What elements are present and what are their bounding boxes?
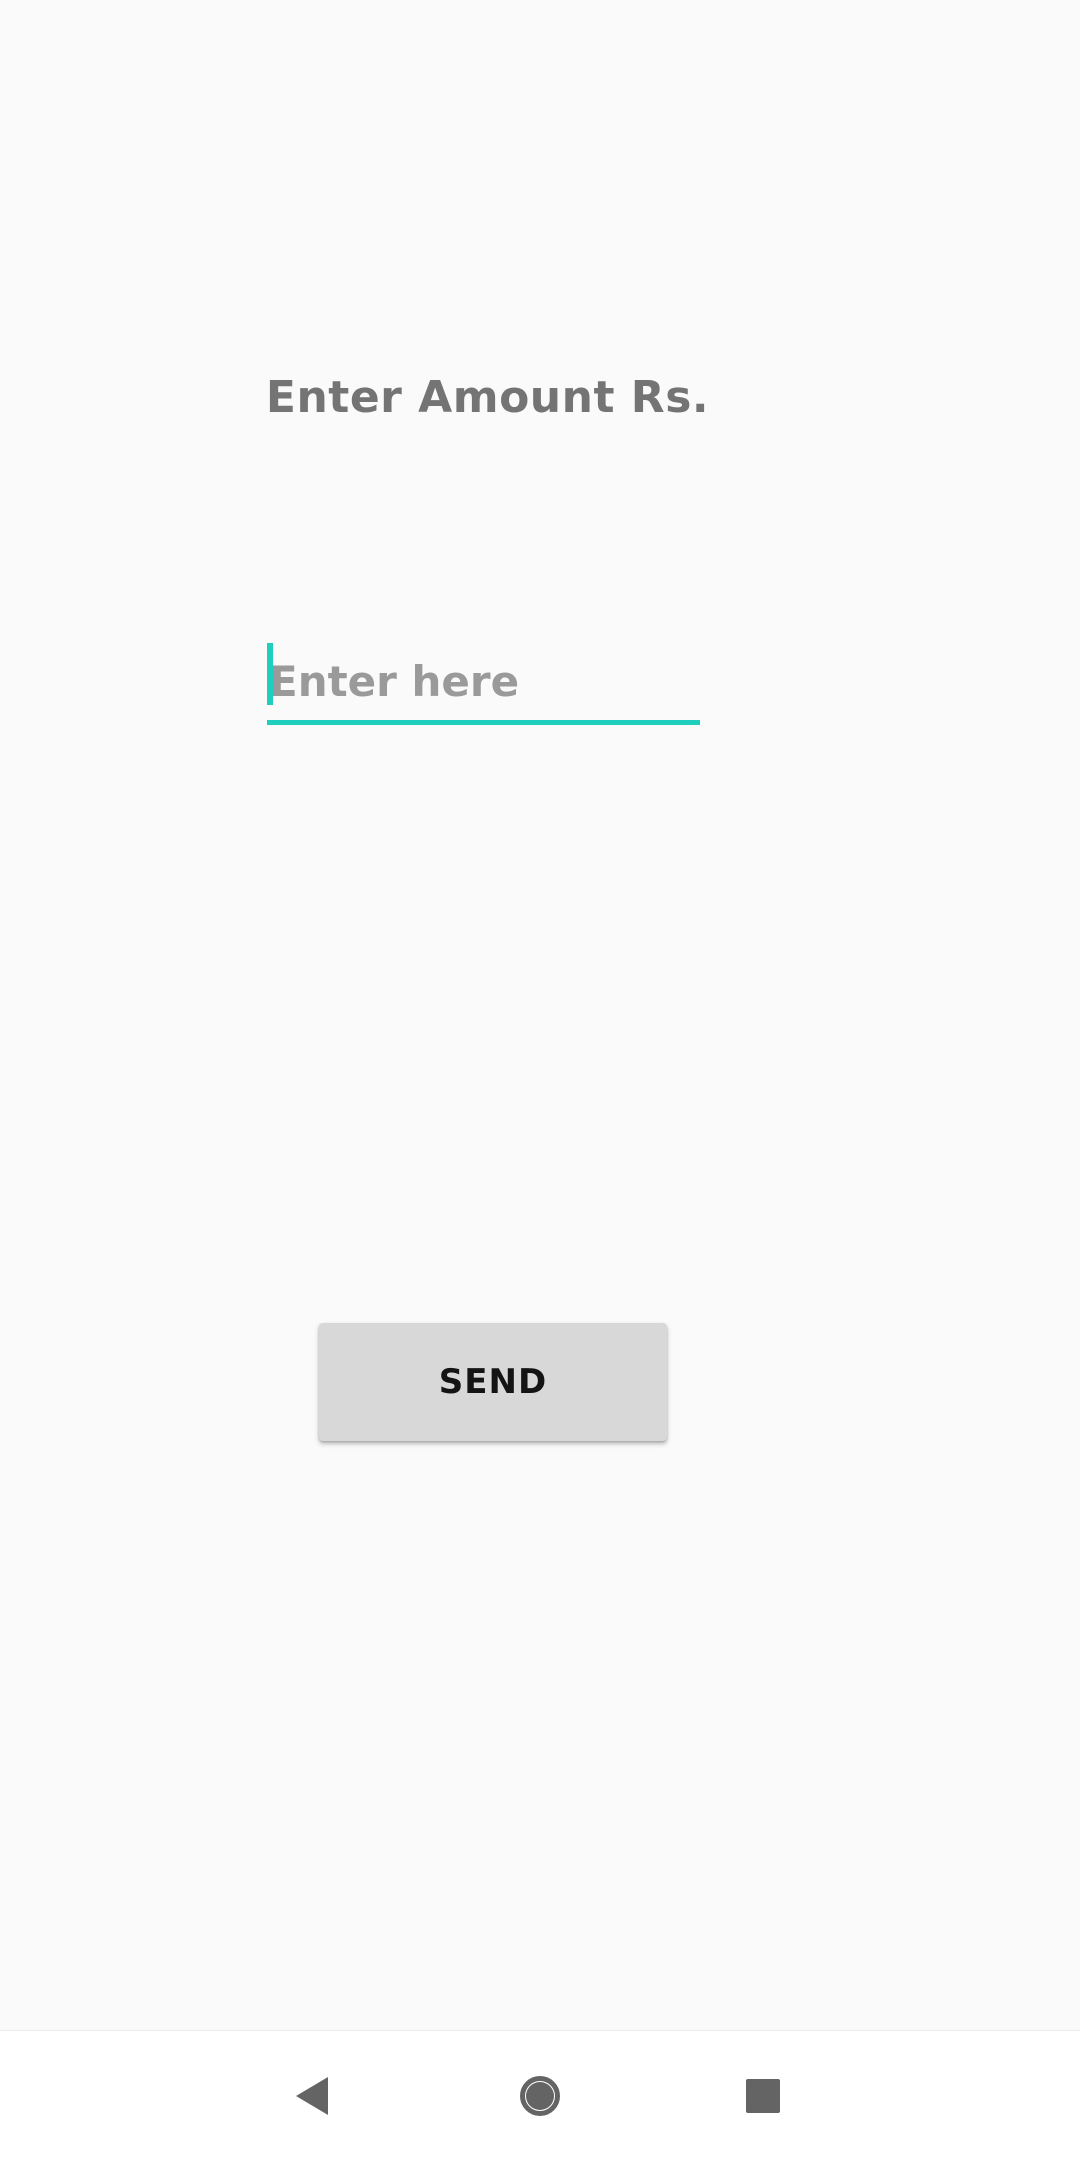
- navigation-bar: [0, 2030, 1080, 2161]
- back-button[interactable]: [252, 2031, 372, 2161]
- page-title: Enter Amount Rs.: [265, 372, 710, 423]
- amount-field[interactable]: [267, 640, 700, 728]
- text-cursor: [267, 643, 273, 705]
- input-underline: [267, 720, 700, 725]
- recents-button[interactable]: [703, 2031, 823, 2161]
- home-button[interactable]: [480, 2031, 600, 2161]
- recents-square-icon: [746, 2079, 780, 2113]
- send-button[interactable]: SEND: [319, 1323, 667, 1441]
- home-dot: [526, 2082, 554, 2110]
- amount-input[interactable]: [267, 640, 700, 722]
- back-triangle-icon: [296, 2077, 328, 2115]
- home-circle-icon: [520, 2076, 560, 2116]
- app-screen: Enter Amount Rs. SEND: [0, 0, 1080, 2030]
